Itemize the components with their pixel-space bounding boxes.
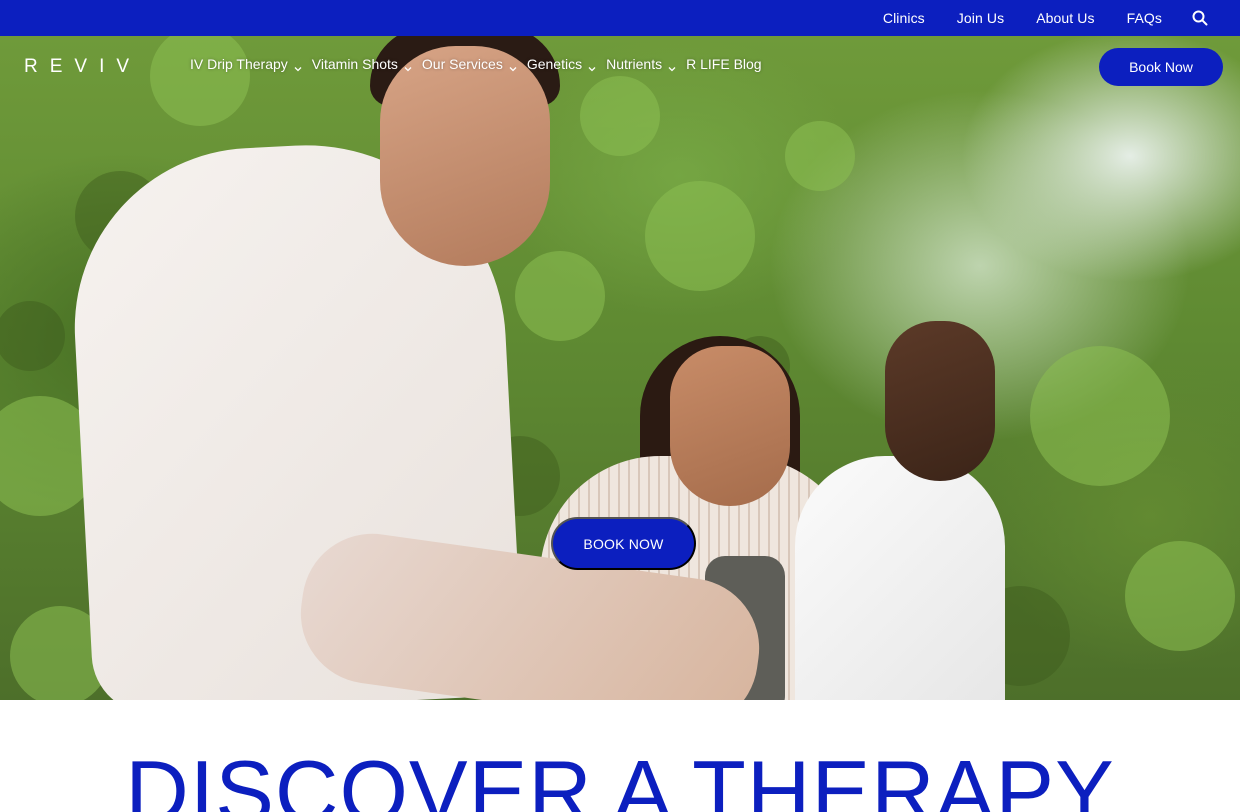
hero-book-now-button[interactable]: BOOK NOW xyxy=(551,517,696,570)
chevron-down-icon xyxy=(588,60,596,72)
nav-item-r-life-blog[interactable]: R LIFE Blog xyxy=(686,56,761,72)
nav-item-genetics[interactable]: Genetics xyxy=(527,56,596,72)
chevron-down-icon xyxy=(404,60,412,72)
nav-item-label: IV Drip Therapy xyxy=(190,56,288,72)
nav-item-label: Our Services xyxy=(421,56,503,72)
man-right-head xyxy=(885,321,995,481)
nav-item-nutrients[interactable]: Nutrients xyxy=(606,56,676,72)
man-left-face xyxy=(380,46,550,266)
nav-item-our-services[interactable]: Our Services xyxy=(422,56,517,72)
topbar-link-clinics[interactable]: Clinics xyxy=(883,10,925,26)
man-white-tshirt xyxy=(795,456,1005,700)
reviv-logo[interactable]: REVIV xyxy=(24,56,141,77)
discover-therapy-heading: DISCOVER A THERAPY xyxy=(125,742,1115,812)
nav-item-vitamin-shots[interactable]: Vitamin Shots xyxy=(312,56,412,72)
topbar-link-join-us[interactable]: Join Us xyxy=(957,10,1004,26)
hero-image xyxy=(0,36,1240,700)
topbar-link-about-us[interactable]: About Us xyxy=(1036,10,1094,26)
topbar-link-faqs[interactable]: FAQs xyxy=(1127,10,1162,26)
nav-item-label: Nutrients xyxy=(606,56,663,72)
chevron-down-icon xyxy=(668,60,676,72)
top-utility-bar: Clinics Join Us About Us FAQs xyxy=(0,0,1240,36)
nav-item-label: R LIFE Blog xyxy=(686,56,762,72)
nav-item-label: Genetics xyxy=(526,56,583,72)
book-now-button[interactable]: Book Now xyxy=(1099,48,1223,86)
nav-item-iv-drip-therapy[interactable]: IV Drip Therapy xyxy=(190,56,302,72)
main-nav: IV Drip Therapy Vitamin Shots Our Servic… xyxy=(190,56,772,72)
search-icon[interactable] xyxy=(1192,10,1208,26)
woman-face xyxy=(670,346,790,506)
chevron-down-icon xyxy=(509,60,517,72)
nav-item-label: Vitamin Shots xyxy=(311,56,398,72)
chevron-down-icon xyxy=(294,60,302,72)
